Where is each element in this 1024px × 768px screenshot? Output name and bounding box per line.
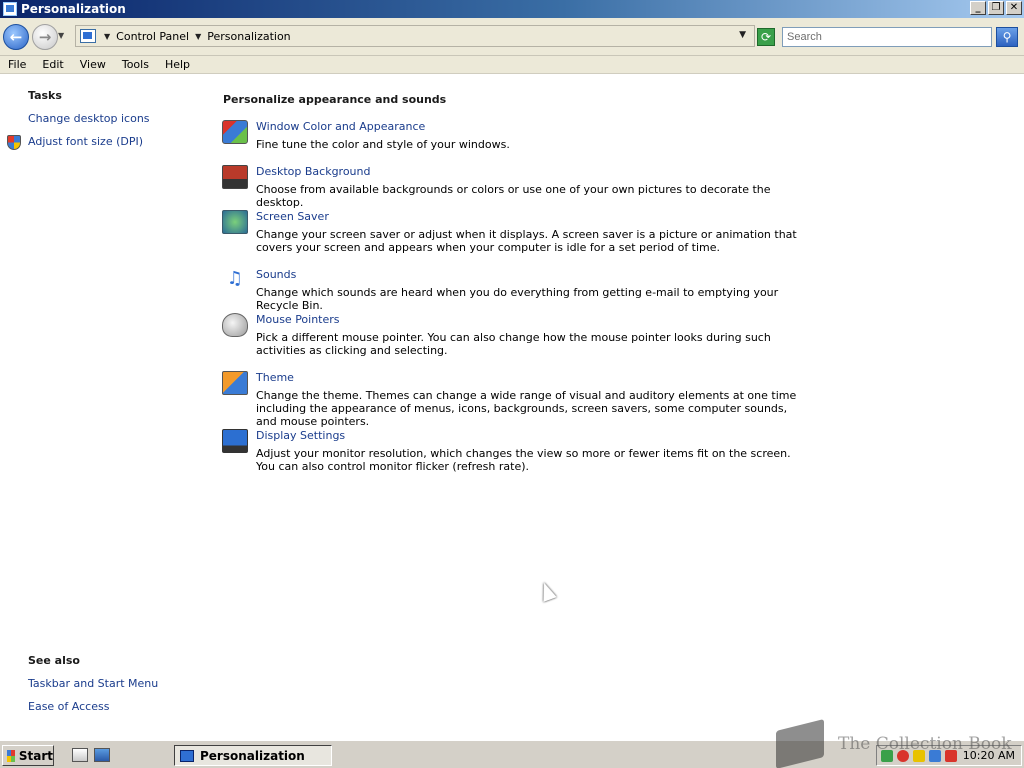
security-shield-tray-icon[interactable]: [881, 749, 893, 762]
screen-saver-description: Change your screen saver or adjust when …: [256, 228, 797, 254]
refresh-icon: ⟳: [760, 30, 772, 44]
theme-description: Change the theme. Themes can change a wi…: [256, 389, 797, 428]
warning-tray-icon[interactable]: [913, 749, 925, 762]
screen-saver-icon[interactable]: [222, 210, 248, 234]
taskbar-item-personalization[interactable]: Personalization: [174, 745, 332, 766]
search-input[interactable]: [782, 27, 992, 47]
window-color-link[interactable]: Window Color and Appearance: [256, 120, 425, 133]
address-bar[interactable]: ▼ Control Panel ▼ Personalization ▼: [75, 25, 755, 47]
taskbar-item-label: Personalization: [200, 748, 305, 763]
start-button[interactable]: Start: [2, 745, 54, 766]
breadcrumb-root-chevron-icon[interactable]: ▼: [104, 32, 110, 41]
address-toolbar: ← → ▼ ▼ Control Panel ▼ Personalization …: [0, 18, 1024, 56]
menu-help[interactable]: Help: [157, 58, 198, 71]
system-tray: 10:20 AM: [876, 745, 1022, 766]
window-controls: _ ❐ ✕: [970, 1, 1022, 15]
menu-view[interactable]: View: [72, 58, 114, 71]
desktop-background-icon[interactable]: [222, 165, 248, 189]
taskbar-start-menu-link[interactable]: Taskbar and Start Menu: [28, 677, 158, 690]
theme-link[interactable]: Theme: [256, 371, 294, 384]
back-button[interactable]: ←: [3, 24, 29, 50]
display-settings-icon[interactable]: [222, 429, 248, 453]
network-tray-icon[interactable]: [929, 749, 941, 762]
display-settings-description: Adjust your monitor resolution, which ch…: [256, 447, 791, 473]
search-button[interactable]: ⚲: [996, 27, 1018, 47]
menu-edit[interactable]: Edit: [34, 58, 71, 71]
show-desktop-icon[interactable]: [72, 748, 88, 762]
sounds-description: Change which sounds are heard when you d…: [256, 286, 779, 312]
maximize-button[interactable]: ❐: [988, 1, 1004, 15]
clock[interactable]: 10:20 AM: [963, 749, 1015, 762]
page-title: Personalize appearance and sounds: [223, 93, 447, 106]
uac-shield-icon: [7, 135, 21, 150]
start-label: Start: [18, 748, 53, 763]
taskbar: Start Personalization 10:20 AM: [0, 740, 1024, 768]
menu-file[interactable]: File: [0, 58, 34, 71]
desktop-background-link[interactable]: Desktop Background: [256, 165, 371, 178]
desktop-background-description: Choose from available backgrounds or col…: [256, 183, 771, 209]
window-color-description: Fine tune the color and style of your wi…: [256, 138, 510, 151]
mouse-pointers-description: Pick a different mouse pointer. You can …: [256, 331, 771, 357]
forward-arrow-icon: →: [38, 28, 52, 46]
antivirus-tray-icon[interactable]: [897, 749, 909, 762]
change-desktop-icons-link[interactable]: Change desktop icons: [28, 112, 150, 125]
recent-pages-dropdown-icon[interactable]: ▼: [58, 31, 64, 40]
tasks-pane: Tasks Change desktop icons Adjust font s…: [0, 74, 210, 740]
switch-windows-icon[interactable]: [94, 748, 110, 762]
close-button[interactable]: ✕: [1006, 1, 1022, 15]
volume-muted-tray-icon[interactable]: [945, 749, 957, 762]
breadcrumb-personalization[interactable]: Personalization: [207, 30, 290, 43]
refresh-button[interactable]: ⟳: [757, 28, 775, 46]
breadcrumb-chevron-icon[interactable]: ▼: [195, 32, 201, 41]
control-panel-icon: [80, 29, 96, 43]
windows-logo-icon: [7, 749, 15, 762]
address-history-dropdown-icon[interactable]: ▼: [739, 30, 746, 40]
display-settings-link[interactable]: Display Settings: [256, 429, 345, 442]
forward-button[interactable]: →: [32, 24, 58, 50]
window-title: Personalization: [21, 2, 126, 16]
see-also-heading: See also: [28, 654, 80, 667]
window-color-icon[interactable]: [222, 120, 248, 144]
menu-bar: File Edit View Tools Help: [0, 56, 1024, 74]
ease-of-access-link[interactable]: Ease of Access: [28, 700, 109, 713]
adjust-font-size-link[interactable]: Adjust font size (DPI): [28, 135, 143, 148]
tasks-heading: Tasks: [28, 89, 62, 102]
mouse-pointers-link[interactable]: Mouse Pointers: [256, 313, 340, 326]
title-bar: Personalization _ ❐ ✕: [0, 0, 1024, 18]
sounds-link[interactable]: Sounds: [256, 268, 296, 281]
menu-tools[interactable]: Tools: [114, 58, 157, 71]
screen-saver-link[interactable]: Screen Saver: [256, 210, 329, 223]
mouse-pointers-icon[interactable]: [222, 313, 248, 337]
sounds-icon[interactable]: ♫: [222, 268, 248, 292]
search-icon: ⚲: [1002, 30, 1012, 44]
minimize-button[interactable]: _: [970, 1, 986, 15]
theme-icon[interactable]: [222, 371, 248, 395]
back-arrow-icon: ←: [9, 28, 23, 46]
breadcrumb-control-panel[interactable]: Control Panel: [116, 30, 189, 43]
personalization-task-icon: [180, 749, 194, 762]
main-content: Personalize appearance and sounds Window…: [210, 74, 1024, 740]
personalization-app-icon: [3, 2, 17, 16]
